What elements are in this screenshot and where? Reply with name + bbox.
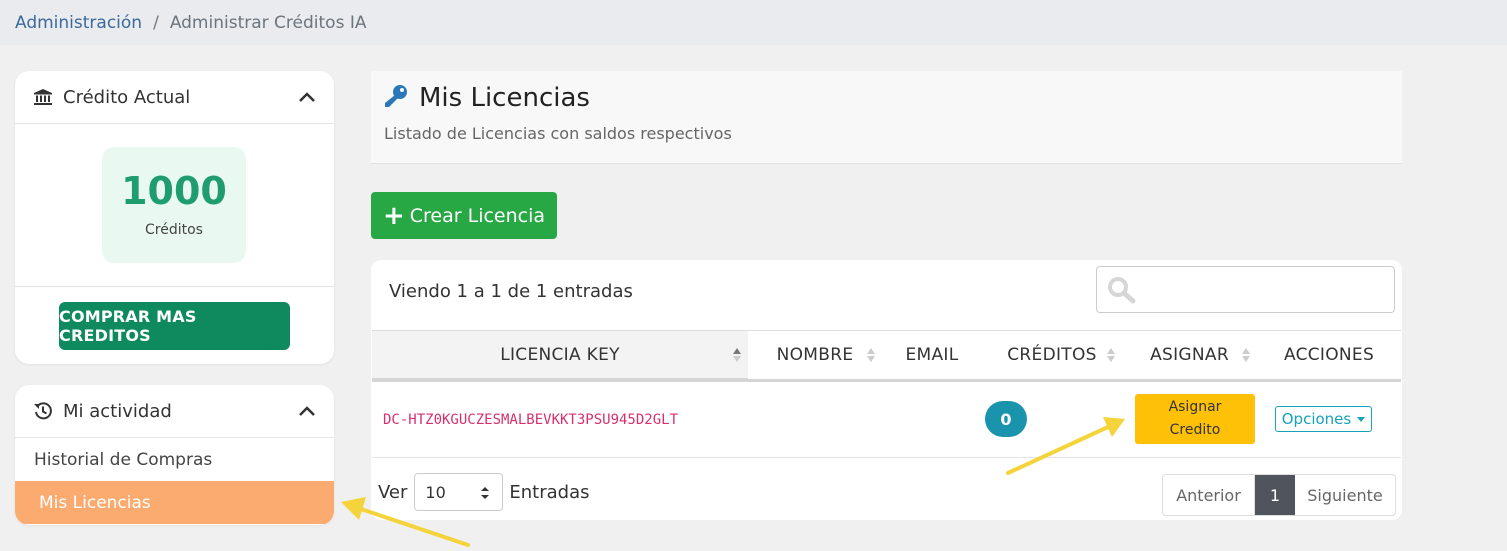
column-header-label: LICENCIA KEY	[500, 345, 620, 365]
sort-icon	[1242, 348, 1250, 362]
column-header-label: NOMBRE	[776, 345, 854, 365]
column-header-label: ASIGNAR	[1150, 345, 1229, 365]
assign-credit-label: Credito	[1169, 422, 1221, 438]
chevron-up-icon[interactable]	[298, 401, 316, 422]
license-key-cell: DC-HTZ0KGUCZESMALBEVKKT3PSU945D2GLT	[383, 412, 679, 428]
caret-down-icon	[1357, 416, 1366, 422]
column-header-asignar[interactable]: ASIGNAR	[1122, 331, 1257, 379]
chevron-up-icon[interactable]	[298, 87, 316, 108]
page-length-prefix: Ver	[378, 481, 408, 503]
plus-icon: +	[382, 200, 405, 231]
key-icon	[383, 83, 409, 113]
column-header-label: CRÉDITOS	[1007, 345, 1097, 365]
table-info: Viendo 1 a 1 de 1 entradas	[389, 281, 633, 302]
breadcrumb: Administración / Administrar Créditos IA	[0, 0, 1507, 45]
credit-card-title: Crédito Actual	[63, 86, 191, 108]
column-header-licencia-key[interactable]: LICENCIA KEY	[372, 331, 748, 379]
assign-credit-label: Asignar	[1168, 399, 1222, 415]
licenses-table-card: Viendo 1 a 1 de 1 entradas LICENCIA KEY …	[371, 260, 1402, 520]
column-header-label: EMAIL	[905, 345, 959, 365]
credit-balance-unit: Créditos	[145, 222, 203, 238]
sort-icon	[1107, 348, 1115, 362]
table-row: DC-HTZ0KGUCZESMALBEVKKT3PSU945D2GLT 0 As…	[372, 382, 1401, 458]
options-dropdown-button[interactable]: Opciones	[1275, 406, 1372, 432]
search-box[interactable]	[1096, 266, 1395, 313]
page-length-value: 10	[425, 482, 446, 502]
select-updown-icon	[481, 487, 490, 499]
breadcrumb-link-administracion[interactable]: Administración	[15, 13, 142, 33]
sort-asc-icon	[733, 348, 741, 362]
search-input[interactable]	[1141, 271, 1386, 308]
table-header: LICENCIA KEY NOMBRE EMAIL CRÉDITOS ASIGN…	[372, 330, 1401, 382]
activity-item-mis-licencias[interactable]: Mis Licencias	[15, 481, 334, 524]
page-length-select[interactable]: 10	[414, 473, 504, 511]
column-header-label: ACCIONES	[1283, 345, 1375, 365]
credit-card: Crédito Actual 1000 Créditos COMPRAR MAS…	[15, 71, 334, 364]
options-label: Opciones	[1281, 410, 1352, 428]
pagination-next[interactable]: Siguiente	[1295, 475, 1395, 515]
pagination-page-current[interactable]: 1	[1255, 475, 1295, 515]
pagination-previous[interactable]: Anterior	[1163, 475, 1255, 515]
activity-card-header[interactable]: Mi actividad	[15, 385, 334, 438]
sort-icon	[867, 348, 875, 362]
activity-item-historial-compras[interactable]: Historial de Compras	[15, 438, 334, 481]
assign-credit-button[interactable]: Asignar Credito	[1135, 394, 1255, 444]
credit-card-header[interactable]: Crédito Actual	[15, 71, 334, 124]
column-header-creditos[interactable]: CRÉDITOS	[982, 331, 1122, 379]
activity-card-title: Mi actividad	[63, 400, 172, 422]
column-header-nombre[interactable]: NOMBRE	[748, 331, 882, 379]
page-title: Mis Licencias	[419, 83, 590, 113]
column-header-email: EMAIL	[882, 331, 982, 379]
search-icon	[1107, 276, 1137, 308]
divider	[15, 286, 334, 287]
breadcrumb-separator: /	[153, 12, 159, 33]
activity-card: Mi actividad Historial de Compras Mis Li…	[15, 385, 334, 525]
page-length-control: Ver 10 Entradas	[378, 473, 590, 511]
credits-badge: 0	[985, 401, 1027, 437]
create-license-button[interactable]: + Crear Licencia	[371, 192, 557, 239]
page-subtitle: Listado de Licencias con saldos respecti…	[384, 124, 732, 143]
buy-more-credits-button[interactable]: COMPRAR MAS CREDITOS	[59, 302, 290, 350]
breadcrumb-current: Administrar Créditos IA	[169, 12, 367, 33]
pagination: Anterior 1 Siguiente	[1162, 474, 1396, 516]
create-license-label: Crear Licencia	[409, 204, 546, 227]
credit-balance-value: 1000	[121, 169, 227, 213]
bank-icon	[33, 87, 55, 107]
history-icon	[33, 401, 55, 421]
column-header-acciones: ACCIONES	[1257, 331, 1401, 379]
page-header: Mis Licencias Listado de Licencias con s…	[371, 71, 1402, 164]
credit-balance-tile: 1000 Créditos	[102, 147, 246, 263]
page-length-suffix: Entradas	[509, 481, 590, 503]
